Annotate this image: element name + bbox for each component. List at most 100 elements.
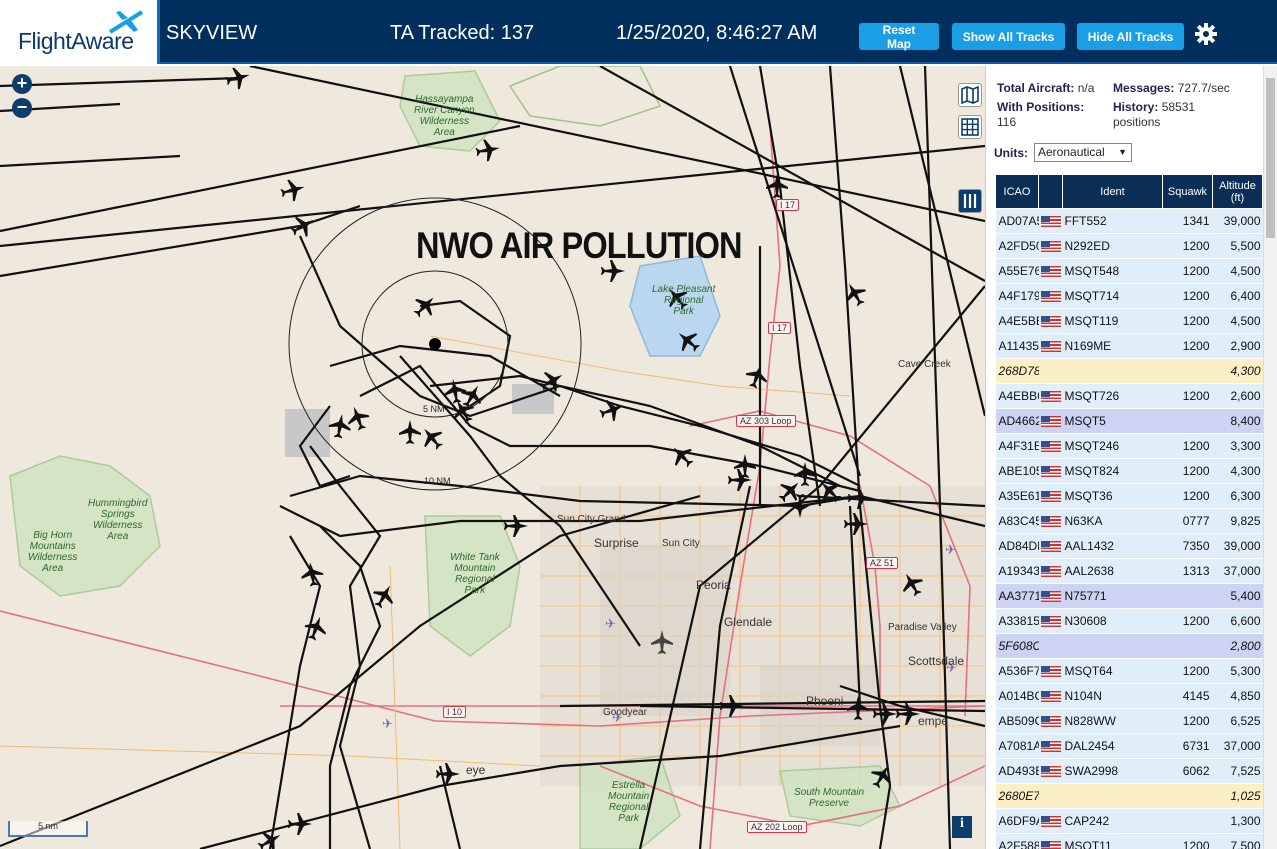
squawk-cell: 1200 (1162, 458, 1213, 484)
table-row[interactable]: A55E76 MSQT548 1200 4,500 (995, 258, 1263, 284)
us-flag-icon (1040, 466, 1061, 478)
icao-cell: A4F31E (995, 433, 1039, 459)
altitude-cell: 8,400 (1212, 408, 1263, 434)
table-row[interactable]: AB509C N828WW12006,525 (995, 708, 1263, 734)
scrollbar-thumb[interactable] (1266, 78, 1275, 238)
range-ring-label: 10 NM (424, 476, 451, 486)
grid-icon (961, 118, 979, 136)
info-button[interactable]: i (952, 816, 972, 838)
zoom-out-button[interactable]: − (12, 98, 32, 118)
table-row[interactable]: A19343 AAL2638 1313 37,000 (995, 558, 1263, 584)
aircraft-icon (288, 813, 312, 835)
altitude-cell: 4,300 (1212, 458, 1263, 484)
ident-cell: MSQT36 (1062, 483, 1163, 509)
ident-cell: MSQT548 (1062, 258, 1163, 284)
flag-cell (1038, 533, 1063, 559)
table-row[interactable]: A7081A DAL2454 6731 37,000 (995, 733, 1263, 759)
icao-cell: A2FD50 (995, 233, 1039, 259)
us-flag-icon (1040, 541, 1061, 553)
icao-cell: A4E5BE (995, 308, 1039, 334)
ident-cell (1062, 783, 1163, 809)
grid-overlay-button[interactable] (958, 115, 982, 139)
map-layers-button[interactable] (958, 83, 982, 107)
gear-icon[interactable] (1194, 22, 1218, 46)
column-header-icao[interactable]: ICAO (995, 174, 1039, 209)
show-all-tracks-button[interactable]: Show All Tracks (952, 23, 1065, 50)
aircraft-panel: Total Aircraft: n/a Messages: 727.7/sec … (985, 66, 1277, 849)
flag-cell (1038, 733, 1063, 759)
altitude-cell: 37,000 (1212, 733, 1263, 759)
map-canvas[interactable]: ✈ ✈ ✈ ✈ ✈ (0, 66, 985, 849)
aircraft-icon (280, 179, 305, 202)
table-row[interactable]: A33815 N30608 1200 6,600 (995, 608, 1263, 634)
table-row[interactable]: A536F7 MSQT64 1200 5,300 (995, 658, 1263, 684)
altitude-cell: 6,400 (1212, 283, 1263, 309)
aircraft-icon (328, 414, 351, 439)
squawk-cell: 1200 (1162, 658, 1213, 684)
hide-all-tracks-button[interactable]: Hide All Tracks (1077, 23, 1184, 50)
toggle-sidebar-button[interactable] (958, 189, 982, 213)
flightaware-logo[interactable]: FlightAware (0, 0, 160, 64)
table-row[interactable]: A4F179 MSQT714 1200 6,400 (995, 283, 1263, 309)
panel-scrollbar[interactable] (1263, 66, 1277, 849)
squawk-cell: 1200 (1162, 333, 1213, 359)
table-row[interactable]: A014BC N104N41454,850 (995, 683, 1263, 709)
map-view[interactable]: ✈ ✈ ✈ ✈ ✈ NWO AIR POLLUTION Hassayampa R… (0, 66, 985, 849)
table-row[interactable]: AD84DE AAL1432735039,000 (995, 533, 1263, 559)
table-row[interactable]: AD07A5 FFT552134139,000 (995, 208, 1263, 234)
road-shield: AZ 202 Loop (747, 821, 807, 833)
table-row[interactable]: A83C45 N63KA 0777 9,825 (995, 508, 1263, 534)
park-label: Hassayampa River Canyon Wilderness Area (414, 94, 475, 138)
icao-cell: 2680E7 (995, 783, 1039, 809)
squawk-cell: 1200 (1162, 308, 1213, 334)
altitude-cell: 2,900 (1212, 333, 1263, 359)
park-label: White Tank Mountain Regional Park (450, 552, 500, 596)
table-row[interactable]: AA3771 N75771 5,400 (995, 583, 1263, 609)
zoom-in-button[interactable]: + (12, 74, 32, 94)
park-label: Big Horn Mountains Wilderness Area (28, 530, 78, 574)
icao-cell: A2F588 (995, 833, 1039, 849)
table-row[interactable]: A4E5BE MSQT11912004,500 (995, 308, 1263, 334)
altitude-cell: 1,300 (1212, 808, 1263, 834)
city-label: Sun City Grand (557, 514, 626, 525)
table-row[interactable]: A2FD50 N292ED 1200 5,500 (995, 233, 1263, 259)
us-flag-icon (1040, 516, 1061, 528)
altitude-cell: 39,000 (1212, 533, 1263, 559)
units-select[interactable]: Aeronautical ▼ (1034, 143, 1132, 162)
table-row[interactable]: AD4662 MSQT5 8,400 (995, 408, 1263, 434)
range-ring-label: 5 NM (423, 404, 445, 414)
aircraft-icon (301, 562, 324, 587)
ident-cell: AAL2638 (1062, 558, 1163, 584)
table-row[interactable]: A6DF9A CAP242 1,300 (995, 808, 1263, 834)
us-flag-icon (1040, 266, 1061, 278)
us-flag-icon (1040, 591, 1061, 603)
ident-cell: MSQT119 (1062, 308, 1163, 334)
column-header-flag[interactable] (1038, 174, 1063, 209)
ident-cell: CAP242 (1062, 808, 1163, 834)
city-label: Phoeni (806, 694, 844, 708)
table-row[interactable]: A4F31E MSQT246 1200 3,300 (995, 433, 1263, 459)
table-row[interactable]: A2F588 MSQT11 1200 7,500 (995, 833, 1263, 849)
city-label: empe (918, 714, 949, 728)
altitude-cell: 6,300 (1212, 483, 1263, 509)
table-row[interactable]: ABE105 MSQT824 1200 4,300 (995, 458, 1263, 484)
column-header-altitude[interactable]: Altitude (ft) (1212, 174, 1263, 209)
table-row[interactable]: A11435 N169ME 1200 2,900 (995, 333, 1263, 359)
column-header-ident[interactable]: Ident (1062, 174, 1163, 209)
table-row[interactable]: A35E61 MSQT36 1200 6,300 (995, 483, 1263, 509)
city-label: Goodyear (603, 707, 647, 718)
table-row[interactable]: 5F608C 2,800 (995, 633, 1263, 659)
icao-cell: A536F7 (995, 658, 1039, 684)
column-header-squawk[interactable]: Squawk (1162, 174, 1213, 209)
table-row[interactable]: AD493B SWA299860627,525 (995, 758, 1263, 784)
table-row[interactable]: A4EBB0 MSQT72612002,600 (995, 383, 1263, 409)
us-flag-icon (1040, 241, 1061, 253)
squawk-cell: 1200 (1162, 283, 1213, 309)
flag-cell (1038, 658, 1063, 684)
table-row[interactable]: 2680E7 1,025 (995, 783, 1263, 809)
table-row[interactable]: 268D78 4,300 (995, 358, 1263, 384)
reset-map-button[interactable]: Reset Map (859, 23, 939, 51)
squawk-cell: 0777 (1162, 508, 1213, 534)
aircraft-table-body: AD07A5FFT552134139,000A2FD50N292ED12005,… (995, 208, 1263, 849)
road-shield: AZ 303 Loop (736, 415, 796, 427)
